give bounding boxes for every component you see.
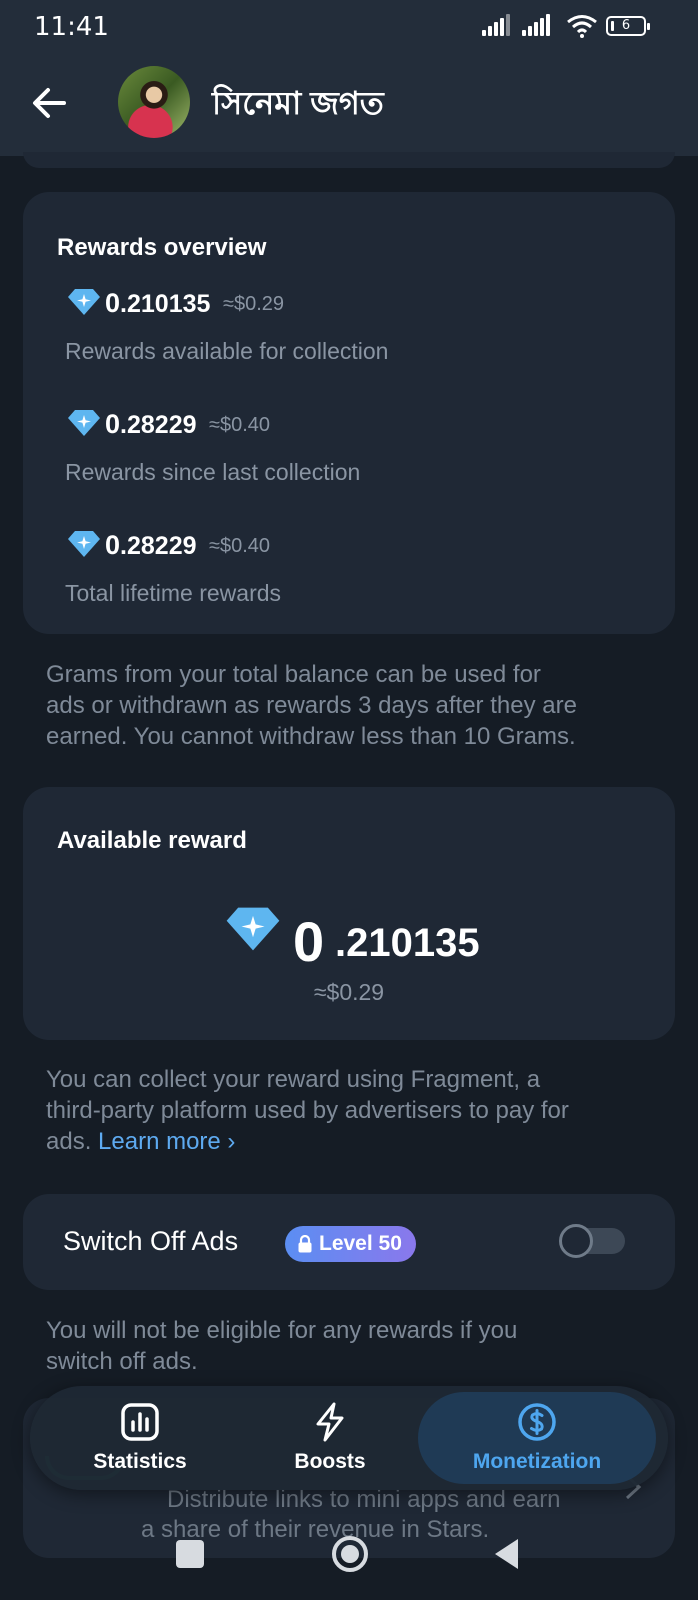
app-header: সিনেমা জগত [0, 52, 698, 156]
system-nav-bar [0, 1528, 698, 1600]
level-badge-text: Level 50 [319, 1232, 402, 1255]
status-time: 11:41 [34, 12, 109, 42]
grams-note-line: Grams from your total balance can be use… [46, 661, 541, 688]
recents-button[interactable] [176, 1540, 204, 1568]
level-badge: Level 50 [285, 1226, 416, 1262]
collect-note-line: third-party platform used by advertisers… [46, 1097, 569, 1124]
ads-note-line: You will not be eligible for any rewards… [46, 1317, 518, 1344]
collect-note-line: You can collect your reward using Fragme… [46, 1066, 541, 1093]
available-reward-amount: 0 .210135 [293, 910, 480, 973]
previous-card-bottom [23, 152, 675, 168]
grams-note-line: earned. You cannot withdraw less than 10… [46, 723, 576, 750]
grams-note: Grams from your total balance can be use… [46, 659, 666, 752]
rewards-overview-card: Rewards overview 0.210135 ≈$0.29 Rewards… [23, 192, 675, 634]
channel-avatar[interactable] [118, 66, 190, 138]
tab-statistics[interactable]: Statistics [50, 1386, 230, 1490]
mini-apps-text: Distribute links to mini apps and earn [167, 1486, 561, 1513]
available-reward-title: Available reward [57, 827, 247, 854]
available-reward-usd: ≈$0.29 [313, 979, 385, 1005]
lightning-icon [316, 1402, 344, 1442]
switch-off-ads-card[interactable]: Switch Off Ads Level 50 [23, 1194, 675, 1290]
dollar-circle-icon [518, 1403, 556, 1441]
tab-label: Monetization [472, 1450, 602, 1473]
bar-chart-icon [121, 1403, 159, 1441]
collect-note: You can collect your reward using Fragme… [46, 1064, 666, 1157]
reward-label: Rewards available for collection [65, 338, 389, 364]
tab-label: Boosts [294, 1450, 366, 1473]
diamond-icon [68, 410, 100, 436]
diamond-icon [68, 531, 100, 557]
tab-monetization[interactable]: Monetization [418, 1392, 656, 1484]
switch-off-ads-toggle[interactable] [559, 1224, 625, 1258]
reward-usd: ≈$0.29 [223, 293, 285, 315]
status-icons: 6 [482, 14, 652, 38]
back-button[interactable] [28, 76, 76, 130]
arrow-left-icon [33, 88, 66, 118]
available-reward-card: Available reward 0 .210135 ≈$0.29 [23, 787, 675, 1040]
grams-note-line: ads or withdrawn as rewards 3 days after… [46, 692, 577, 719]
reward-label: Rewards since last collection [65, 459, 361, 485]
tab-boosts[interactable]: Boosts [250, 1386, 410, 1490]
bottom-tab-bar: Statistics Boosts Monetization [30, 1386, 668, 1490]
signal-icon-2 [522, 14, 556, 38]
reward-label: Total lifetime rewards [65, 580, 282, 606]
battery-icon: 6 [606, 16, 650, 36]
channel-title[interactable]: সিনেমা জগত [212, 78, 384, 132]
reward-usd: ≈$0.40 [209, 414, 271, 436]
ads-note-line: switch off ads. [46, 1348, 198, 1375]
wifi-icon [567, 15, 597, 38]
diamond-icon [68, 289, 100, 315]
switch-off-ads-label: Switch Off Ads [63, 1226, 239, 1256]
reward-usd: ≈$0.40 [209, 535, 271, 557]
signal-icon [482, 14, 516, 38]
status-bar: 11:41 6 [0, 0, 698, 52]
ads-note: You will not be eligible for any rewards… [46, 1315, 666, 1377]
reward-amount: 0.210135 [105, 288, 211, 318]
home-button[interactable] [330, 1534, 370, 1574]
battery-level: 6 [621, 18, 631, 33]
tab-label: Statistics [93, 1450, 187, 1473]
collect-note-line: ads. [46, 1128, 99, 1155]
rewards-overview-title: Rewards overview [57, 234, 267, 261]
toggle-knob [559, 1224, 593, 1258]
learn-more-link[interactable]: Learn more › [98, 1128, 235, 1155]
lock-icon [298, 1235, 312, 1253]
reward-amount: 0.28229 [105, 530, 197, 560]
reward-amount: 0.28229 [105, 409, 197, 439]
back-nav-button[interactable] [492, 1537, 522, 1571]
